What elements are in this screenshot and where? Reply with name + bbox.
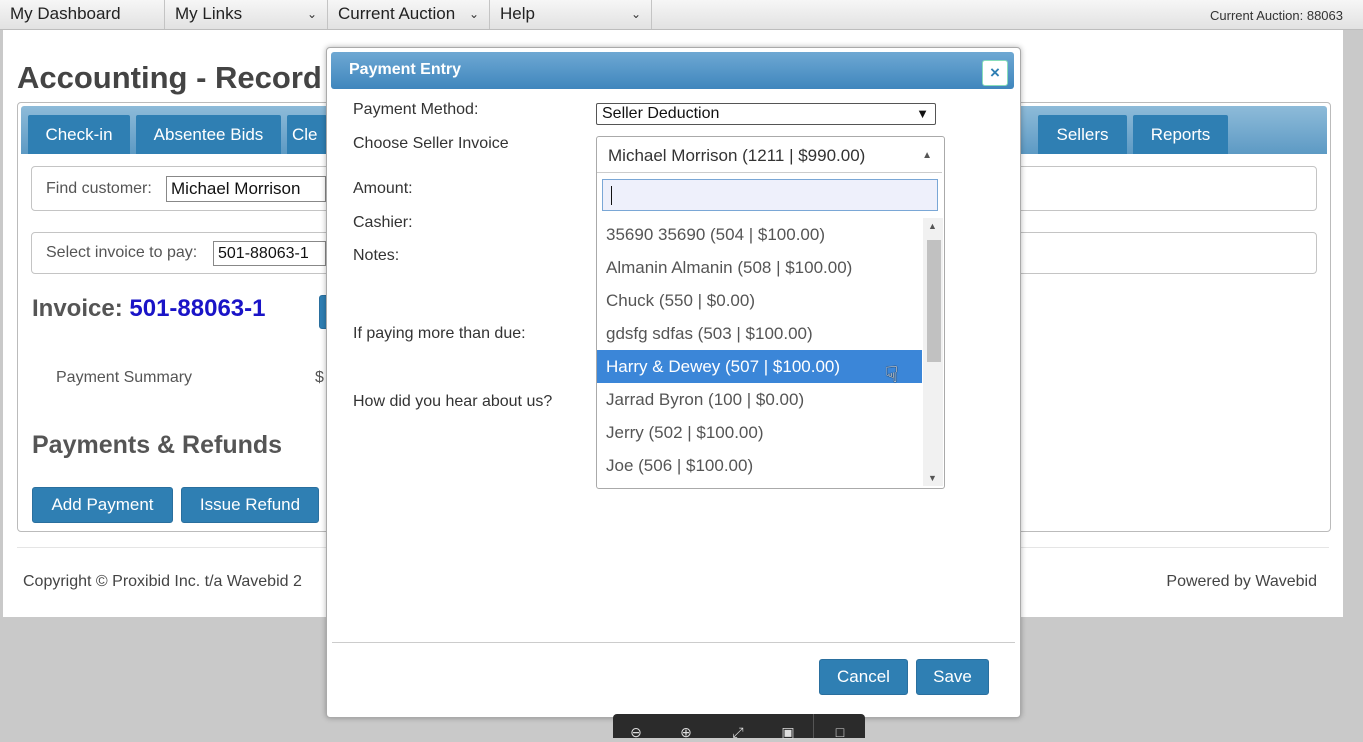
hear-about-label: How did you hear about us? — [353, 393, 553, 410]
dropdown-option-highlighted[interactable]: Harry & Dewey (507 | $100.00) — [597, 350, 922, 383]
cancel-button[interactable]: Cancel — [819, 659, 908, 695]
chevron-down-icon: ⌄ — [306, 7, 317, 21]
nav-my-dashboard-label: My Dashboard — [10, 4, 121, 23]
amount-label: Amount: — [353, 180, 413, 197]
tab-check-in[interactable]: Check-in — [28, 115, 130, 154]
nav-my-links-label: My Links — [175, 4, 243, 23]
payment-entry-dialog: Payment Entry × Payment Method: Seller D… — [326, 47, 1021, 718]
nav-current-auction[interactable]: Current Auction ⌄ — [328, 0, 490, 29]
dialog-header: Payment Entry × — [331, 52, 1014, 89]
payment-summary-label: Payment Summary — [56, 369, 193, 386]
invoice-label: Invoice: — [32, 295, 123, 322]
dropdown-scrollbar[interactable]: ▲ ▼ — [923, 218, 943, 486]
powered-by-text: Powered by Wavebid — [1166, 573, 1317, 590]
nav-help[interactable]: Help ⌄ — [490, 0, 652, 29]
select-invoice-label: Select invoice to pay: — [46, 244, 198, 261]
page-title: Accounting - Record I — [17, 60, 340, 95]
save-button[interactable]: Save — [916, 659, 989, 695]
tab-clerking[interactable]: Cle — [287, 115, 327, 154]
close-button[interactable]: × — [982, 60, 1008, 86]
dropdown-option[interactable]: Jerry (502 | $100.00) — [597, 416, 922, 449]
nav-current-auction-label: Current Auction — [338, 4, 456, 23]
viewer-toolbar: ⊖ ⊕ ⤢ ▣ □ — [613, 714, 865, 740]
nav-my-links[interactable]: My Links ⌄ — [165, 0, 328, 29]
dropdown-option[interactable]: Jarrad Byron (100 | $0.00) — [597, 383, 922, 416]
toolbar-divider — [813, 714, 814, 738]
current-auction-indicator: Current Auction: 88063 — [1210, 8, 1343, 23]
chevron-down-icon: ⌄ — [468, 7, 479, 21]
dropdown-option[interactable]: Almanin Almanin (508 | $100.00) — [597, 251, 922, 284]
hand-cursor-icon: ☟ — [885, 362, 899, 387]
tab-reports[interactable]: Reports — [1133, 115, 1228, 154]
select-invoice-input[interactable]: 501-88063-1 — [213, 241, 326, 266]
dropdown-option[interactable]: Chuck (550 | $0.00) — [597, 284, 922, 317]
fit-screen-icon[interactable]: ▣ — [779, 724, 797, 742]
dropdown-options-list: 35690 35690 (504 | $100.00) Almanin Alma… — [597, 218, 922, 486]
add-payment-button[interactable]: Add Payment — [32, 487, 173, 523]
dropdown-option[interactable]: 35690 35690 (504 | $100.00) — [597, 218, 922, 251]
zoom-in-icon[interactable]: ⊕ — [677, 724, 695, 742]
seller-invoice-dropdown: Michael Morrison (1211 | $990.00) ▲ 3569… — [596, 136, 945, 489]
close-icon: × — [990, 63, 1000, 82]
dropdown-option[interactable]: gdsfg sdfas (503 | $100.00) — [597, 317, 922, 350]
payment-method-select[interactable]: Seller Deduction ▼ — [596, 103, 936, 125]
find-customer-label: Find customer: — [46, 180, 152, 197]
invoice-number-link[interactable]: 501-88063-1 — [129, 295, 265, 322]
dialog-footer-divider — [332, 642, 1015, 643]
cashier-label: Cashier: — [353, 214, 413, 231]
fullscreen-icon[interactable]: ⤢ — [729, 724, 747, 742]
payment-summary-value: $ — [315, 369, 324, 386]
issue-refund-button[interactable]: Issue Refund — [181, 487, 319, 523]
notes-label: Notes: — [353, 247, 400, 264]
copyright-text: Copyright © Proxibid Inc. t/a Wavebid 2 — [23, 573, 302, 590]
text-cursor — [611, 186, 612, 205]
payment-method-value: Seller Deduction — [602, 105, 720, 122]
paying-more-label: If paying more than due: — [353, 325, 526, 342]
seller-invoice-select[interactable]: Michael Morrison (1211 | $990.00) ▲ — [597, 137, 942, 173]
dropdown-option[interactable]: Joe (506 | $100.00) — [597, 449, 922, 482]
tab-absentee-bids[interactable]: Absentee Bids — [136, 115, 281, 154]
window-icon[interactable]: □ — [831, 724, 849, 742]
scroll-up-icon[interactable]: ▲ — [928, 221, 937, 231]
dropdown-search-input[interactable] — [602, 179, 938, 211]
payment-method-label: Payment Method: — [353, 101, 479, 118]
find-customer-input[interactable]: Michael Morrison — [166, 176, 326, 202]
dialog-title: Payment Entry — [349, 61, 462, 78]
chevron-down-icon: ▼ — [916, 106, 929, 121]
scrollbar-thumb[interactable] — [927, 240, 941, 362]
choose-invoice-label: Choose Seller Invoice — [353, 135, 509, 152]
nav-help-label: Help — [500, 4, 535, 23]
top-nav: My Dashboard My Links ⌄ Current Auction … — [0, 0, 1363, 30]
chevron-up-icon: ▲ — [922, 150, 932, 161]
chevron-down-icon: ⌄ — [630, 7, 641, 21]
tab-sellers[interactable]: Sellers — [1038, 115, 1127, 154]
payments-refunds-heading: Payments & Refunds — [32, 431, 283, 459]
seller-invoice-selected-value: Michael Morrison (1211 | $990.00) — [608, 146, 866, 165]
scroll-down-icon[interactable]: ▼ — [928, 473, 937, 483]
nav-my-dashboard[interactable]: My Dashboard — [0, 0, 165, 29]
zoom-out-icon[interactable]: ⊖ — [627, 724, 645, 742]
invoice-heading: Invoice: 501-88063-1 — [32, 295, 266, 323]
